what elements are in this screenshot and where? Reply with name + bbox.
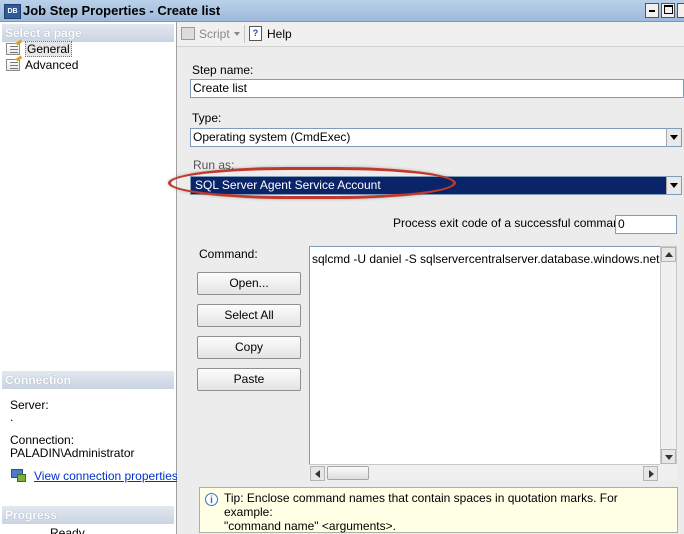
help-icon: ? xyxy=(249,26,262,41)
scroll-down-icon[interactable] xyxy=(661,449,676,464)
page-icon xyxy=(6,59,20,71)
toolbar: Script ? Help xyxy=(177,22,684,47)
page-item-label: General xyxy=(25,41,72,57)
exit-code-input[interactable]: 0 xyxy=(615,215,677,234)
help-button[interactable]: Help xyxy=(267,27,292,41)
page-icon xyxy=(6,43,20,55)
toolbar-divider xyxy=(244,25,245,43)
info-icon: i xyxy=(205,493,218,506)
connection-header: Connection xyxy=(2,371,174,389)
minimize-button[interactable] xyxy=(645,3,659,18)
page-item-general[interactable]: General xyxy=(6,41,72,57)
select-page-header: Select a page xyxy=(2,24,174,42)
select-all-button[interactable]: Select All xyxy=(197,304,301,327)
script-button[interactable]: Script xyxy=(199,27,230,41)
progress-header: Progress xyxy=(2,506,174,524)
command-textarea[interactable]: sqlcmd -U daniel -S sqlservercentralserv… xyxy=(309,246,661,481)
maximize-icon xyxy=(663,4,673,14)
scroll-left-icon[interactable] xyxy=(310,466,325,481)
script-dropdown-icon[interactable] xyxy=(234,32,240,36)
tip-line-1: Tip: Enclose command names that contain … xyxy=(224,491,618,519)
copy-button[interactable]: Copy xyxy=(197,336,301,359)
command-label: Command: xyxy=(199,247,258,261)
exit-code-label: Process exit code of a successful comman… xyxy=(393,216,630,230)
chevron-down-icon[interactable] xyxy=(666,129,681,146)
server-value: . xyxy=(10,410,14,424)
scrollbar-corner xyxy=(660,464,677,481)
tip-line-2: "command name" <arguments>. xyxy=(224,519,396,533)
run-as-select-value: SQL Server Agent Service Account xyxy=(195,178,381,192)
scroll-up-icon[interactable] xyxy=(661,247,676,262)
chevron-down-icon[interactable] xyxy=(666,177,681,194)
type-label: Type: xyxy=(192,111,222,125)
command-vertical-scrollbar[interactable] xyxy=(660,246,677,481)
run-as-select[interactable]: SQL Server Agent Service Account xyxy=(190,176,682,195)
command-text: sqlcmd -U daniel -S sqlservercentralserv… xyxy=(312,252,660,266)
step-name-input[interactable]: Create list xyxy=(190,79,684,98)
server-label: Server: xyxy=(10,398,49,412)
type-select[interactable]: Operating system (CmdExec) xyxy=(190,128,682,147)
title-bar: DB Job Step Properties - Create list xyxy=(0,0,684,22)
tip-text: Tip: Enclose command names that contain … xyxy=(224,491,664,533)
paste-button[interactable]: Paste xyxy=(197,368,301,391)
view-connection-properties-link[interactable]: View connection properties xyxy=(34,469,178,483)
page-item-advanced[interactable]: Advanced xyxy=(6,57,78,73)
open-button[interactable]: Open... xyxy=(197,272,301,295)
type-select-value: Operating system (CmdExec) xyxy=(193,130,351,144)
step-name-label: Step name: xyxy=(192,63,254,77)
progress-status: Ready xyxy=(50,527,85,534)
scroll-thumb[interactable] xyxy=(327,466,369,480)
page-item-label: Advanced xyxy=(25,58,79,72)
command-horizontal-scrollbar[interactable] xyxy=(309,464,660,481)
connection-label: Connection: xyxy=(10,433,75,447)
run-as-label: Run as: xyxy=(193,158,235,172)
close-button[interactable] xyxy=(677,3,684,18)
tip-box: i Tip: Enclose command names that contai… xyxy=(199,487,678,533)
window-title: Job Step Properties - Create list xyxy=(23,3,221,18)
scroll-right-icon[interactable] xyxy=(643,466,658,481)
maximize-button[interactable] xyxy=(661,3,675,18)
app-icon: DB xyxy=(4,4,21,19)
connection-value: PALADIN\Administrator xyxy=(10,446,135,460)
script-icon xyxy=(181,27,195,40)
connection-properties-icon xyxy=(11,469,27,482)
minimize-icon xyxy=(649,10,655,13)
